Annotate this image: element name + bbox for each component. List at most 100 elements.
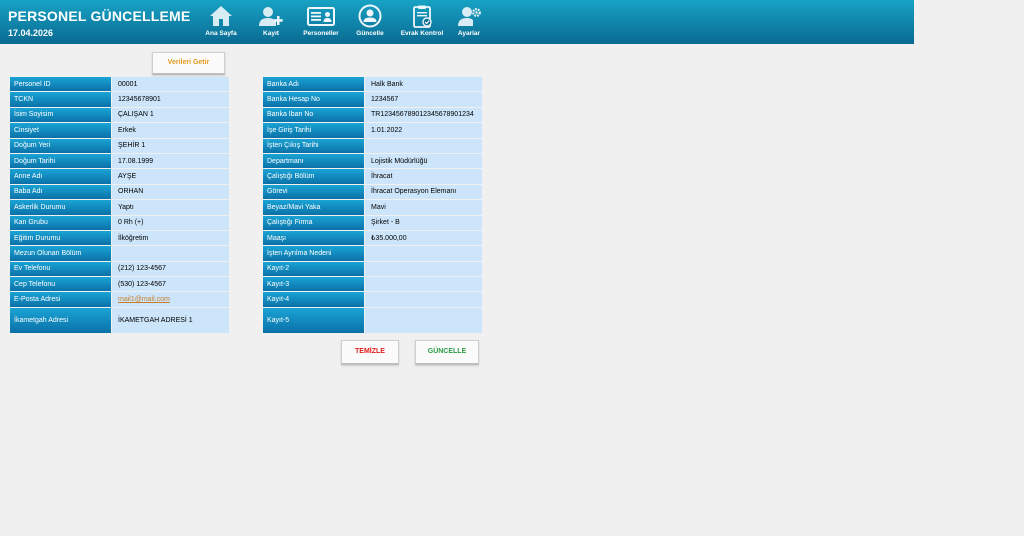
form-row: Kayıt-4 [263, 292, 482, 307]
form-row: Çalıştığı Firma Şirket - B [263, 215, 482, 230]
nav-home[interactable]: Ana Sayfa [193, 4, 249, 42]
field-value-cinsiyet[interactable]: Erkek [112, 123, 229, 138]
nav-label: Ayarlar [457, 30, 481, 37]
field-value-isim-soyisim[interactable]: ÇALIŞAN 1 [112, 107, 229, 123]
field-value-gorevi[interactable]: İhracat Operasyon Elemanı [365, 184, 482, 200]
form-row: Cep Telefonu (530) 123-4567 [10, 277, 229, 292]
field-label: İkametgah Adresi [10, 307, 111, 333]
field-value-egitim-durumu[interactable]: İlköğretim [112, 230, 229, 246]
user-settings-icon [458, 7, 481, 26]
field-value-banka-iban-no[interactable]: TR123456789012345678901234 [365, 107, 482, 123]
field-value-isten-ayrilma-nedeni[interactable] [365, 246, 482, 261]
field-value-ev-telefonu[interactable]: (212) 123-4567 [112, 261, 229, 277]
personnel-info-form: Personel ID 00001 TCKN 12345678901 İsim Soyi… [10, 77, 229, 334]
field-value-dogum-yeri[interactable]: ŞEHİR 1 [112, 138, 229, 153]
fetch-data-button[interactable]: Verileri Getir [152, 52, 225, 75]
form-row: İkametgah Adresi İKAMETGAH ADRESİ 1 [10, 307, 229, 333]
field-value-kayit-5[interactable] [365, 307, 482, 333]
field-label: Doğum Yeri [10, 138, 111, 153]
form-row: Kayıt-3 [263, 277, 482, 292]
field-value-banka-adi[interactable]: Halk Bank [365, 77, 482, 92]
field-value-kayit-4[interactable] [365, 292, 482, 307]
field-label: Doğum Tarihi [10, 153, 111, 169]
field-label: Mezun Olunan Bölüm [10, 246, 111, 261]
form-row: Askerlik Durumu Yaptı [10, 200, 229, 215]
form-row: İşten Ayrılma Nedeni [263, 246, 482, 261]
field-label: Kan Grubu [10, 215, 111, 230]
form-row: Doğum Yeri ŞEHİR 1 [10, 138, 229, 153]
field-value-departmani[interactable]: Lojistik Müdürlüğü [365, 153, 482, 169]
field-value-maasi[interactable]: ₺35.000,00 [365, 230, 482, 246]
field-label: Cep Telefonu [10, 277, 111, 292]
field-value-mezun-olunan-bolum[interactable] [112, 246, 229, 261]
field-value-baba-adi[interactable]: ORHAN [112, 184, 229, 200]
field-value-anne-adi[interactable]: AYŞE [112, 169, 229, 184]
field-label: Ev Telefonu [10, 261, 111, 277]
field-value-calistigi-bolum[interactable]: İhracat [365, 169, 482, 184]
form-row: İsim Soyisim ÇALIŞAN 1 [10, 107, 229, 123]
nav-settings[interactable]: Ayarlar [441, 4, 497, 42]
field-value-kayit-3[interactable] [365, 277, 482, 292]
clipboard-check-icon [413, 5, 432, 28]
id-card-icon [307, 7, 335, 26]
update-user-icon [358, 4, 382, 28]
nav-label: Ana Sayfa [205, 30, 237, 37]
current-date: 17.04.2026 [8, 28, 54, 38]
form-row: İşten Çıkış Tarihi [263, 138, 482, 153]
field-value-kan-grubu[interactable]: 0 Rh (+) [112, 215, 229, 230]
field-value-cep-telefonu[interactable]: (530) 123-4567 [112, 277, 229, 292]
field-label: E-Posta Adresi [10, 292, 111, 307]
field-value-calistigi-firma[interactable]: Şirket - B [365, 215, 482, 230]
field-value-askerlik-durumu[interactable]: Yaptı [112, 200, 229, 215]
form-row: Maaşı ₺35.000,00 [263, 230, 482, 246]
field-label: İşten Çıkış Tarihi [263, 138, 364, 153]
form-row: Eğitim Durumu İlköğretim [10, 230, 229, 246]
field-label: İşe Giriş Tarihi [263, 123, 364, 138]
form-row: Kayıt-5 [263, 307, 482, 333]
field-label: Çalıştığı Bölüm [263, 169, 364, 184]
field-value-beyaz-mavi-yaka[interactable]: Mavi [365, 200, 482, 215]
field-label: Kayıt-3 [263, 277, 364, 292]
field-label: Kayıt-2 [263, 261, 364, 277]
field-label: İşten Ayrılma Nedeni [263, 246, 364, 261]
nav-personnel[interactable]: Personeller [293, 4, 349, 42]
employment-info-form: Banka Adı Halk Bank Banka Hesap No 1234567 B… [263, 77, 482, 334]
form-row: Görevi İhracat Operasyon Elemanı [263, 184, 482, 200]
form-row: E-Posta Adresi mail1@mail.com [10, 292, 229, 307]
field-value-ise-giris-tarihi[interactable]: 1.01.2022 [365, 123, 482, 138]
field-value-kayit-2[interactable] [365, 261, 482, 277]
nav-register[interactable]: Kayıt [243, 4, 299, 42]
field-value-personel-id[interactable]: 00001 [112, 77, 229, 92]
update-button[interactable]: GÜNCELLE [415, 340, 479, 365]
nav-label: Güncelle [356, 30, 384, 37]
nav-update[interactable]: Güncelle [342, 4, 398, 42]
form-row: Cinsiyet Erkek [10, 123, 229, 138]
field-label: Personel ID [10, 77, 111, 92]
field-label: Askerlik Durumu [10, 200, 111, 215]
field-value-dogum-tarihi[interactable]: 17.08.1999 [112, 153, 229, 169]
form-row: Banka Hesap No 1234567 [263, 92, 482, 107]
form-row: Departmanı Lojistik Müdürlüğü [263, 153, 482, 169]
field-value-ikametgah-adresi[interactable]: İKAMETGAH ADRESİ 1 [112, 307, 229, 333]
form-row: Anne Adı AYŞE [10, 169, 229, 184]
field-value-banka-hesap-no[interactable]: 1234567 [365, 92, 482, 107]
field-value-tckn[interactable]: 12345678901 [112, 92, 229, 107]
form-row: Banka Iban No TR123456789012345678901234 [263, 107, 482, 123]
page-title: PERSONEL GÜNCELLEME [8, 8, 191, 24]
form-row: Banka Adı Halk Bank [263, 77, 482, 92]
form-row: Baba Adı ORHAN [10, 184, 229, 200]
form-row: Çalıştığı Bölüm İhracat [263, 169, 482, 184]
field-label: Görevi [263, 184, 364, 200]
field-label: TCKN [10, 92, 111, 107]
form-row: Kayıt-2 [263, 261, 482, 277]
nav-label: Kayıt [263, 30, 279, 37]
field-label: Departmanı [263, 153, 364, 169]
field-value-e-posta-adresi[interactable]: mail1@mail.com [112, 292, 229, 307]
home-icon [210, 6, 232, 26]
clear-button[interactable]: TEMİZLE [341, 340, 399, 365]
nav-label: Personeller [303, 30, 339, 37]
form-row: Doğum Tarihi 17.08.1999 [10, 153, 229, 169]
form-row: Mezun Olunan Bölüm [10, 246, 229, 261]
field-value-isten-cikis-tarihi[interactable] [365, 138, 482, 153]
form-row: Kan Grubu 0 Rh (+) [10, 215, 229, 230]
